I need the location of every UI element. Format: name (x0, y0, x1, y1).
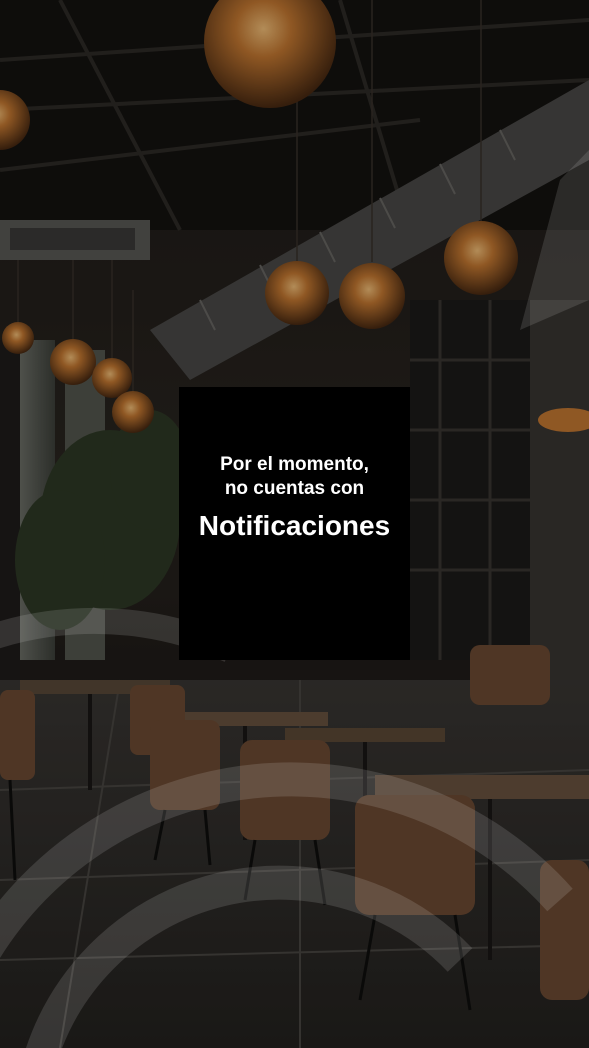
empty-state-line-1: Por el momento, (220, 454, 369, 475)
empty-state-line-2: no cuentas con (224, 478, 365, 499)
empty-state-title: Notificaciones (198, 510, 391, 541)
empty-notifications-card: Por el momento, no cuentas con Notificac… (179, 387, 410, 660)
